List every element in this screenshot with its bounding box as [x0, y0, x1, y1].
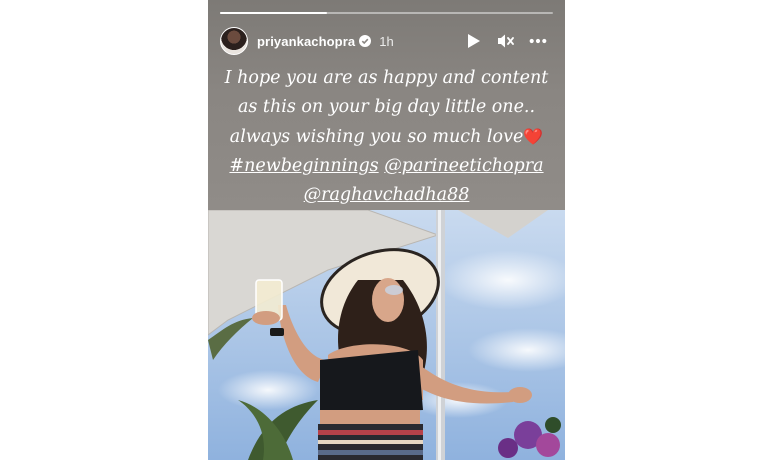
heart-emoji: ❤️ — [523, 127, 544, 146]
caption-line-4: #newbeginnings @parineetichopra — [222, 152, 551, 181]
play-icon[interactable] — [465, 32, 483, 50]
caption-line-3-text: always wishing you so much love — [229, 127, 524, 147]
story-header: priyankachopra 1h — [220, 26, 553, 56]
avatar[interactable] — [220, 27, 248, 55]
story-viewer[interactable]: priyankachopra 1h I hope you are as happ… — [208, 0, 565, 460]
caption-panel: priyankachopra 1h I hope you are as happ… — [208, 0, 565, 210]
mention-link-raghavchadha88[interactable]: @raghavchadha88 — [304, 185, 470, 205]
caption-line-2: as this on your big day little one.. — [237, 97, 536, 117]
hashtag-link[interactable]: #newbeginnings — [229, 156, 378, 176]
caption-line-1: I hope you are as happy and content — [224, 68, 549, 88]
story-progress-fill — [220, 12, 327, 14]
mention-link-parineetichopra[interactable]: @parineetichopra — [384, 156, 543, 176]
story-caption: I hope you are as happy and content as t… — [208, 64, 565, 210]
caption-line-5: @raghavchadha88 — [222, 181, 551, 210]
verified-badge-icon — [359, 35, 372, 47]
story-controls — [465, 32, 553, 50]
timestamp: 1h — [379, 33, 394, 49]
story-progress-bar — [220, 12, 553, 14]
caption-line-3: always wishing you so much love❤️ — [222, 122, 551, 152]
more-icon[interactable] — [529, 32, 547, 50]
username[interactable]: priyankachopra — [257, 34, 355, 49]
story-photo — [208, 210, 565, 460]
mute-icon[interactable] — [497, 32, 515, 50]
